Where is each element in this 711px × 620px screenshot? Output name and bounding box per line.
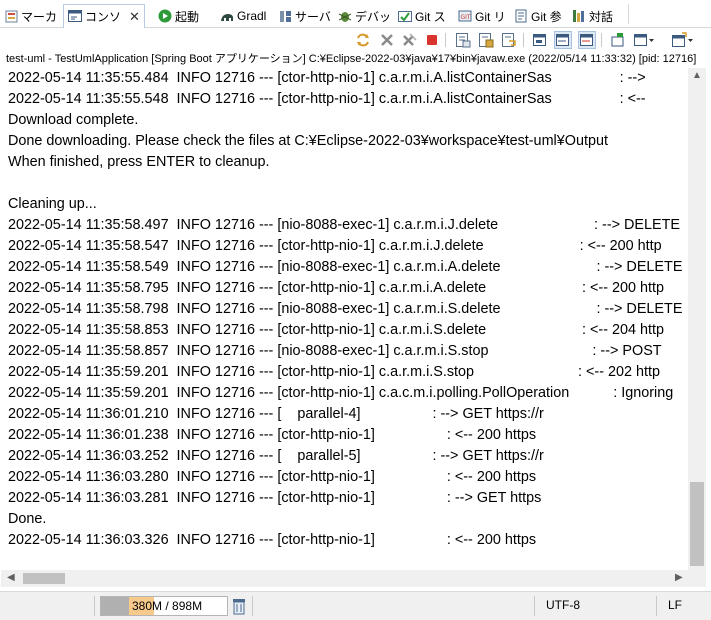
launch-icon: [158, 9, 172, 23]
scroll-left-icon[interactable]: ◀: [7, 572, 15, 583]
console-line: 2022-05-14 11:35:59.201 INFO 12716 --- […: [8, 385, 674, 401]
tab-launch[interactable]: 起動: [158, 5, 214, 27]
tab-debug[interactable]: デバッ: [338, 5, 392, 27]
console-line: 2022-05-14 11:36:03.252 INFO 12716 --- […: [8, 448, 544, 464]
tab-label: Git リ: [475, 9, 506, 24]
horizontal-scrollbar[interactable]: ◀ ▶: [1, 570, 706, 587]
process-description: test-uml - TestUmlApplication [Spring Bo…: [6, 53, 697, 65]
encoding-label[interactable]: UTF-8: [546, 598, 580, 612]
vertical-scroll-thumb[interactable]: [690, 482, 704, 566]
console-line: 2022-05-14 11:35:58.853 INFO 12716 --- […: [8, 322, 665, 338]
view-tab-bar: マーカ コンソ ✕ 起動 Gradl サーバ デバッ Git ス GIT Git…: [0, 0, 711, 28]
console-line: 2022-05-14 11:36:03.326 INFO 12716 --- […: [8, 532, 537, 548]
console-output[interactable]: 2022-05-14 11:35:55.484 INFO 12716 --- […: [1, 68, 688, 570]
console-line: Done downloading. Please check the files…: [8, 133, 608, 149]
console-line: 2022-05-14 11:35:58.549 INFO 12716 --- […: [8, 259, 683, 275]
line-delimiter-label[interactable]: LF: [668, 598, 682, 612]
horizontal-scroll-thumb[interactable]: [23, 573, 65, 584]
tab-label: デバッ: [355, 9, 392, 24]
tab-label: コンソ: [85, 10, 122, 24]
remove-all-terminated-icon[interactable]: [400, 31, 418, 49]
tab-git-reflog[interactable]: Git 参: [514, 5, 568, 27]
console-line: 2022-05-14 11:35:58.857 INFO 12716 --- […: [8, 343, 662, 359]
heap-status[interactable]: 380M / 898M: [100, 596, 228, 616]
tab-label: 起動: [175, 9, 200, 24]
toolbar-separator: [523, 33, 524, 47]
remove-launch-icon[interactable]: [378, 31, 396, 49]
tab-label: 対話: [589, 9, 614, 24]
show-console-on-stdout-icon[interactable]: [554, 31, 572, 49]
tab-label: Git ス: [415, 9, 446, 24]
status-separator: [656, 596, 657, 616]
trash-icon[interactable]: [231, 597, 247, 615]
toolbar-separator: [445, 33, 446, 47]
interactive-icon: [572, 9, 586, 23]
markers-icon: [4, 9, 18, 23]
tab-git-staging[interactable]: Git ス: [398, 5, 452, 27]
svg-text:GIT: GIT: [461, 14, 471, 21]
gradle-icon: [220, 9, 234, 23]
console-line: 2022-05-14 11:36:03.281 INFO 12716 --- […: [8, 490, 542, 506]
vertical-scrollbar[interactable]: ▲: [688, 68, 706, 570]
heap-used: 380M: [132, 599, 163, 613]
toolbar-separator: [601, 33, 602, 47]
open-console-icon[interactable]: [670, 31, 696, 49]
show-console-on-stderr-icon[interactable]: [578, 31, 596, 49]
console-icon: [68, 10, 82, 24]
status-bar: 380M / 898M UTF-8 LF: [0, 591, 711, 620]
display-selected-console-icon[interactable]: [632, 31, 656, 49]
heap-total: 898M: [172, 599, 203, 613]
console-line: 2022-05-14 11:35:58.798 INFO 12716 --- […: [8, 301, 683, 317]
git-staging-icon: [398, 9, 412, 23]
console-line: 2022-05-14 11:35:58.497 INFO 12716 --- […: [8, 217, 681, 233]
pin-console-icon[interactable]: [531, 31, 549, 49]
tab-gradle[interactable]: Gradl: [220, 5, 272, 27]
servers-icon: [278, 9, 292, 23]
git-reflog-icon: [514, 9, 528, 23]
tab-console[interactable]: コンソ ✕: [63, 4, 145, 28]
word-wrap-icon[interactable]: [500, 31, 518, 49]
console-toolbar: [0, 28, 711, 52]
heap-text: 380M / 898M: [132, 599, 202, 613]
console-line: Cleaning up...: [8, 196, 97, 212]
console-line: 2022-05-14 11:35:55.484 INFO 12716 --- […: [8, 70, 650, 86]
console-line: 2022-05-14 11:35:58.795 INFO 12716 --- […: [8, 280, 665, 296]
console-line: 2022-05-14 11:35:55.548 INFO 12716 --- […: [8, 91, 650, 107]
console-line: 2022-05-14 11:36:01.238 INFO 12716 --- […: [8, 427, 537, 443]
scroll-up-icon[interactable]: ▲: [692, 70, 702, 81]
console-line: When finished, press ENTER to cleanup.: [8, 154, 270, 170]
tab-interactive[interactable]: 対話: [572, 5, 622, 27]
scroll-lock-icon[interactable]: [477, 31, 495, 49]
console-line: 2022-05-14 11:35:59.201 INFO 12716 --- […: [8, 364, 661, 380]
debug-icon: [338, 9, 352, 23]
scroll-right-icon[interactable]: ▶: [675, 572, 683, 583]
tab-servers[interactable]: サーバ: [278, 5, 332, 27]
status-separator: [94, 596, 95, 616]
tab-label: マーカ: [21, 9, 58, 24]
tab-label: Git 参: [531, 9, 562, 24]
tab-git-repositories[interactable]: GIT Git リ: [458, 5, 510, 27]
heap-committed-bar: [101, 597, 129, 615]
git-repositories-icon: GIT: [458, 9, 472, 23]
console-line: 2022-05-14 11:35:58.547 INFO 12716 --- […: [8, 238, 662, 254]
console-line: Download complete.: [8, 112, 139, 128]
heap-separator: /: [162, 599, 173, 613]
tab-divider: [628, 4, 629, 24]
tab-label: サーバ: [295, 9, 331, 24]
terminate-icon[interactable]: [423, 31, 441, 49]
console-line: Done.: [8, 511, 47, 527]
tab-label: Gradl: [237, 9, 267, 23]
tab-markers[interactable]: マーカ: [4, 5, 62, 27]
console-line: 2022-05-14 11:36:03.280 INFO 12716 --- […: [8, 469, 537, 485]
status-separator: [252, 596, 253, 616]
clear-console-icon[interactable]: [454, 31, 472, 49]
status-separator: [534, 596, 535, 616]
sync-icon[interactable]: [354, 31, 372, 49]
pin-icon[interactable]: [609, 31, 627, 49]
console-line: 2022-05-14 11:36:01.210 INFO 12716 --- […: [8, 406, 544, 422]
close-icon[interactable]: ✕: [129, 9, 140, 25]
